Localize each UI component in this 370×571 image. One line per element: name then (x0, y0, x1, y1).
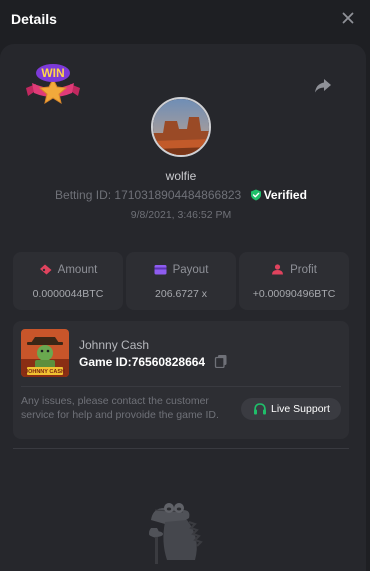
amount-stat: Amount 0.0000044BTC (13, 252, 123, 310)
payout-label: Payout (172, 264, 209, 276)
game-card: JOHNNY CASH Johnny Cash Game ID:76560828… (13, 321, 349, 439)
betting-id-label: Betting ID: (55, 188, 112, 202)
verified-label: Verified (263, 188, 307, 202)
profit-value: +0.00090496BTC (252, 288, 336, 300)
live-support-label: Live Support (271, 403, 330, 415)
game-thumbnail[interactable]: JOHNNY CASH (21, 329, 69, 377)
close-icon (342, 12, 354, 24)
game-card-divider (21, 386, 341, 387)
svg-text:WIN: WIN (41, 66, 64, 80)
details-modal: Details WIN wolfie Betting ID: 171031890… (0, 0, 370, 571)
win-badge-icon: WIN (24, 62, 82, 106)
wallet-icon (154, 265, 167, 275)
share-button[interactable] (313, 77, 333, 95)
crocodile-mascot-icon (143, 498, 215, 571)
help-text: Any issues, please contact the customer … (21, 395, 219, 421)
game-id: Game ID:76560828664 (79, 355, 205, 369)
betting-id-value: 1710318904484866823 (114, 188, 242, 202)
copy-icon (214, 355, 227, 369)
game-id-value: 76560828664 (131, 355, 206, 369)
betting-id-row: Betting ID: 1710318904484866823 Verified (0, 188, 362, 202)
amount-label: Amount (57, 264, 98, 276)
close-button[interactable] (340, 10, 356, 26)
modal-header: Details (0, 0, 370, 40)
payout-stat: Payout 206.6727 x (126, 252, 236, 310)
amount-value: 0.0000044BTC (32, 288, 104, 300)
payout-value: 206.6727 x (155, 288, 207, 300)
headset-icon (254, 403, 266, 415)
avatar (151, 97, 211, 157)
section-divider (13, 448, 349, 449)
username: wolfie (165, 169, 197, 183)
game-name: Johnny Cash (79, 338, 150, 352)
copy-button[interactable] (214, 354, 228, 369)
ticket-icon (39, 264, 52, 275)
live-support-button[interactable]: Live Support (241, 398, 341, 420)
game-id-label: Game ID: (79, 355, 132, 369)
verified-shield-icon (250, 189, 261, 201)
modal-title: Details (11, 11, 57, 27)
profit-icon (272, 264, 284, 275)
profit-stat: Profit +0.00090496BTC (239, 252, 349, 310)
bet-datetime: 9/8/2021, 3:46:52 PM (130, 209, 232, 221)
profit-label: Profit (290, 264, 317, 276)
share-icon (315, 79, 331, 93)
svg-text:JOHNNY CASH: JOHNNY CASH (25, 369, 65, 375)
